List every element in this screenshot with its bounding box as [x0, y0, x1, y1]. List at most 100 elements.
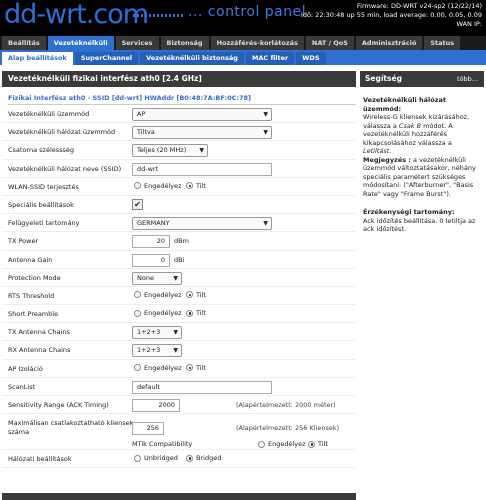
tab-security[interactable]: Biztonság	[160, 36, 209, 50]
mtik-enable-radio[interactable]: Engedélyez	[258, 440, 306, 448]
help-text-italic: Letiltást	[363, 147, 390, 155]
antenna-gain-input[interactable]: 0	[132, 253, 170, 267]
row-rx-chains: RX Antenna Chains 1+2+3 ▼	[2, 341, 356, 360]
rts-enable-radio[interactable]: Engedélyez	[134, 291, 182, 299]
label-protection-mode: Protection Mode	[8, 273, 61, 282]
radio-icon	[134, 309, 141, 317]
sensitivity-input[interactable]: 2000	[132, 399, 180, 412]
tab-wireless[interactable]: Vezetéknélküli	[47, 36, 114, 50]
tab-services[interactable]: Services	[115, 36, 159, 50]
advanced-checkbox[interactable]: ✔	[132, 198, 143, 210]
tab-status[interactable]: Status	[424, 36, 461, 50]
chevron-down-icon: ▼	[263, 111, 268, 118]
tab-access-restrictions[interactable]: Hozzáférés-korlátozás	[210, 36, 304, 50]
radio-label: Tilt	[196, 181, 206, 190]
radio-label: Tilt	[196, 309, 206, 318]
network-mode-select[interactable]: Tiltva ▼	[132, 126, 272, 140]
protection-mode-select[interactable]: None ▼	[132, 271, 182, 285]
scanlist-input[interactable]: default	[132, 380, 272, 394]
sensitivity-hint: (Alapértelmezett: 2000 méter)	[236, 401, 336, 409]
radio-label: Tilt	[196, 290, 206, 299]
subtab-mac-filter[interactable]: MAC filter	[245, 52, 295, 65]
radio-label: Unbridged	[144, 454, 178, 463]
uptime: Idő: 22:30:48 up 55 min, load average: 0…	[300, 11, 482, 19]
row-ssid: Vezetéknélküli hálózat neve (SSID) dd-wr…	[2, 160, 356, 178]
channel-width-select[interactable]: Teljes (20 MHz) ▼	[132, 144, 208, 158]
rx-chains-value: 1+2+3	[137, 346, 161, 355]
short-preamble-disable-radio[interactable]: Tilt	[186, 309, 206, 317]
row-ap-isolation: AP Izoláció Engedélyez Tilt	[2, 360, 356, 378]
section-title: Fizikai Interfész ath0 - SSID [dd-wrt] H…	[8, 94, 356, 105]
dd-wrt-logo: dd-wrt.com	[4, 0, 149, 30]
radio-icon	[186, 182, 193, 190]
wireless-mode-select[interactable]: AP ▼	[132, 108, 272, 121]
mtik-disable-radio[interactable]: Tilt	[308, 440, 328, 448]
ssid-broadcast-enable-radio[interactable]: Engedélyez	[134, 182, 182, 190]
label-rx-chains: RX Antenna Chains	[8, 346, 71, 355]
subtab-wds[interactable]: WDS	[296, 52, 326, 65]
max-clients-input[interactable]: 256	[132, 422, 164, 436]
protection-mode-value: None	[137, 273, 154, 282]
channel-width-value: Teljes (20 MHz)	[137, 146, 187, 155]
radio-label: Engedélyez	[144, 181, 182, 190]
row-protection-mode: Protection Mode None ▼	[2, 269, 356, 287]
row-tx-power: TX Power 20 dBm	[2, 232, 356, 251]
tx-chains-select[interactable]: 1+2+3 ▼	[132, 326, 182, 340]
row-advanced: Speciális beállítások ✔	[2, 196, 356, 215]
subtab-superchannel[interactable]: SuperChannel	[74, 52, 139, 65]
tab-nat-qos[interactable]: NAT / QoS	[305, 36, 354, 50]
tab-setup[interactable]: Beállítás	[2, 36, 46, 50]
tx-power-unit: dBm	[174, 237, 189, 246]
max-clients-hint: (Alapértelmezett: 256 Kliensek)	[236, 424, 340, 433]
radio-icon	[186, 291, 193, 299]
row-scanlist: ScanList default	[2, 378, 356, 396]
label-wireless-mode: Vezetéknélküli üzemmód	[8, 110, 90, 118]
radio-label: Engedélyez	[144, 363, 182, 372]
label-network-mode: Vezetéknélküli hálózat üzemmód	[8, 128, 116, 137]
rts-disable-radio[interactable]: Tilt	[186, 291, 206, 299]
rx-chains-select[interactable]: 1+2+3 ▼	[132, 344, 182, 358]
row-regulatory-domain: Felügyeleti tartomány GERMANY ▼	[2, 214, 356, 233]
radio-icon	[134, 182, 141, 190]
sub-nav: Alap beállítások SuperChannel Vezetéknél…	[0, 50, 486, 65]
unbridged-radio[interactable]: Unbridged	[134, 454, 178, 462]
help-title-text: Segítség	[365, 74, 402, 83]
row-wireless-mode: Vezetéknélküli üzemmód AP ▼	[2, 105, 356, 124]
short-preamble-enable-radio[interactable]: Engedélyez	[134, 309, 182, 317]
antenna-gain-unit: dBi	[174, 255, 185, 264]
radio-label: Tilt	[196, 363, 206, 372]
label-channel-width: Csatorna szélessség	[8, 146, 75, 155]
radio-icon	[258, 440, 265, 448]
radio-label: Engedélyez	[144, 290, 182, 299]
label-sensitivity: Sensitivity Range (ACK Timing)	[8, 401, 109, 409]
ssid-broadcast-disable-radio[interactable]: Tilt	[186, 182, 206, 190]
row-channel-width: Csatorna szélessség Teljes (20 MHz) ▼	[2, 141, 356, 160]
ap-isolation-disable-radio[interactable]: Tilt	[186, 364, 206, 372]
ap-isolation-enable-radio[interactable]: Engedélyez	[134, 364, 182, 372]
ssid-input[interactable]: dd-wrt	[132, 162, 272, 176]
help-panel: Segítség több... Vezetéknélküli hálózat …	[360, 71, 484, 500]
tx-power-input[interactable]: 20	[132, 235, 170, 249]
label-antenna-gain: Antenna Gain	[8, 255, 53, 264]
label-ap-isolation: AP Izoláció	[8, 364, 43, 373]
help-note-label: Megjegyzés :	[363, 155, 411, 164]
label-advanced: Speciális beállítások	[8, 200, 74, 209]
radio-label: Engedélyez	[268, 440, 306, 449]
regulatory-domain-select[interactable]: GERMANY ▼	[132, 217, 272, 231]
help-more-link[interactable]: több...	[457, 71, 478, 87]
help-body: Vezetéknélküli hálózat üzemmód: Wireless…	[360, 87, 484, 251]
next-section-header	[2, 493, 356, 500]
help-text-italic: Csak B	[398, 121, 422, 130]
bridged-radio[interactable]: Bridged	[186, 454, 221, 462]
radio-icon	[186, 454, 193, 462]
row-ssid-broadcast: WLAN-SSID terjesztés Engedélyez Tilt	[2, 178, 356, 196]
label-regulatory-domain: Felügyeleti tartomány	[8, 219, 80, 228]
tab-administration[interactable]: Adminisztráció	[355, 36, 423, 50]
subtab-basic-settings[interactable]: Alap beállítások	[2, 52, 73, 65]
label-ssid: Vezetéknélküli hálózat neve (SSID)	[8, 164, 122, 173]
help-heading-sensitivity: Érzékenységi tartomány:	[363, 208, 455, 216]
subtab-wireless-security[interactable]: Vezetéknélküli biztonság	[140, 52, 244, 65]
row-short-preamble: Short Preamble Engedélyez Tilt	[2, 305, 356, 324]
network-mode-value: Tiltva	[137, 128, 155, 137]
row-max-clients: Maximálisan csatlakoztatható kliensek sz…	[2, 414, 356, 451]
